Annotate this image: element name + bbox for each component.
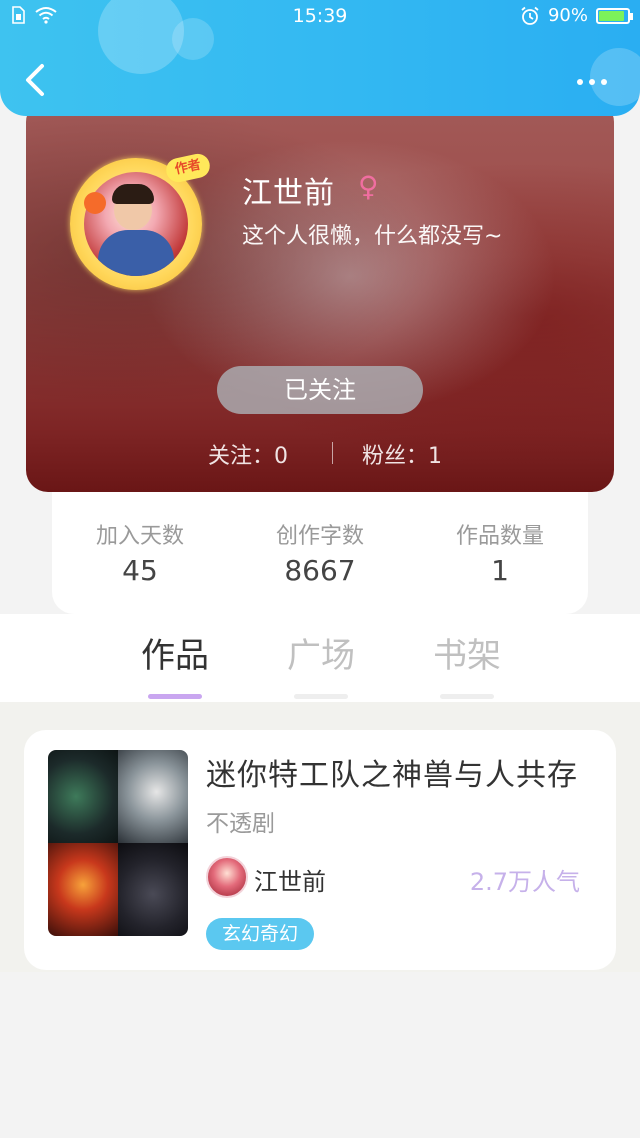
profile-card: 作者 江世前 ♀ 这个人很懒，什么都没写~ 已关注 关注：0 粉丝：1 [26,100,614,492]
tab-works[interactable]: 作品 [120,628,230,699]
work-subtitle: 不透剧 [206,811,275,837]
more-dots-icon [589,79,595,85]
tab-indicator [294,694,348,699]
status-bar: 15:39 90% [0,0,640,32]
stat-join-days: 加入天数 45 [60,518,220,587]
top-header: 15:39 90% [0,0,640,116]
battery-fill [599,10,625,21]
stat-value: 1 [491,554,509,587]
stat-works-count: 作品数量 1 [420,518,580,587]
heart-icon [84,192,106,214]
stat-label: 创作字数 [275,524,364,549]
user-bio: 这个人很懒，什么都没写~ [242,224,503,249]
divider [332,442,333,464]
more-button[interactable] [572,70,612,94]
works-list: 迷你特工队之神兽与人共存 不透剧 江世前 2.7万人气 玄幻奇幻 [0,702,640,972]
stat-label: 加入天数 [95,524,184,549]
avatar[interactable]: 作者 [70,151,213,290]
chevron-left-icon [26,64,44,96]
stat-word-count: 创作字数 8667 [240,518,400,587]
work-card[interactable]: 迷你特工队之神兽与人共存 不透剧 江世前 2.7万人气 玄幻奇幻 [24,730,616,970]
alarm-icon [521,6,539,25]
tab-label: 书架 [433,636,501,676]
popularity-count: 2.7万人气 [469,868,580,896]
follow-button[interactable]: 已关注 [217,366,423,414]
username: 江世前 [242,176,335,211]
back-button[interactable] [20,60,60,104]
follow-stats: 关注：0 粉丝：1 [26,436,614,470]
author-badge: 作者 [163,151,213,185]
tab-bookshelf[interactable]: 书架 [412,628,522,699]
fans-count[interactable]: 粉丝：1 [362,438,442,470]
tab-indicator [148,694,202,699]
stat-value: 45 [122,554,158,587]
book-cover[interactable] [48,750,188,936]
tab-label: 广场 [287,636,355,676]
stats-card: 加入天数 45 创作字数 8667 作品数量 1 [52,490,588,614]
empty-area [0,972,640,1138]
stat-label: 作品数量 [455,524,544,549]
stat-value: 8667 [284,554,356,587]
author-name[interactable]: 江世前 [254,862,326,897]
author-avatar[interactable] [206,856,248,898]
tab-plaza[interactable]: 广场 [266,628,376,699]
more-dots-icon [601,79,607,85]
genre-tag[interactable]: 玄幻奇幻 [206,918,315,950]
battery-icon [596,7,633,24]
tab-label: 作品 [141,636,209,676]
female-gender-icon: ♀ [358,170,379,203]
following-count[interactable]: 关注：0 [208,438,288,470]
work-title[interactable]: 迷你特工队之神兽与人共存 [206,750,578,794]
tab-bar: 作品 广场 书架 [0,614,640,702]
tab-indicator [440,694,494,699]
more-dots-icon [577,79,583,85]
battery-percent: 90% [547,5,588,26]
avatar-photo [84,172,188,276]
